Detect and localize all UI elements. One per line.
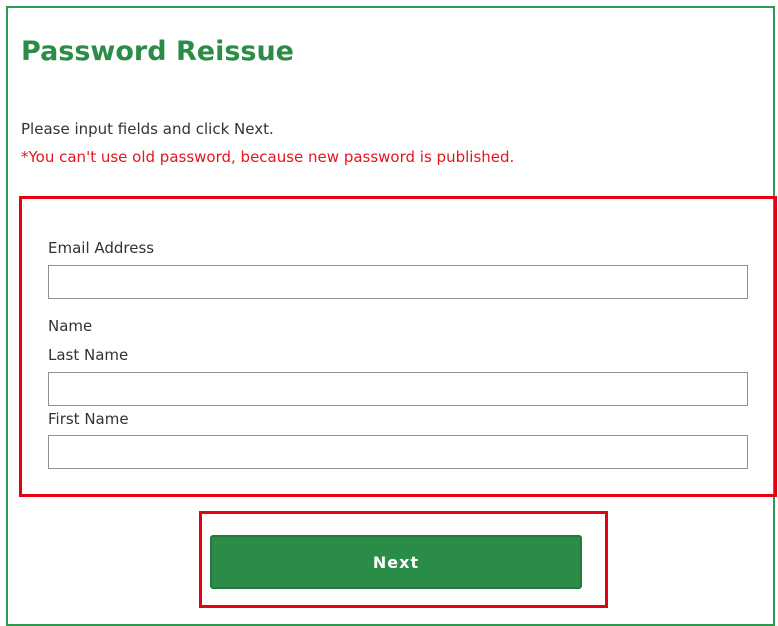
email-field[interactable] bbox=[48, 265, 748, 299]
page-title: Password Reissue bbox=[21, 36, 294, 67]
last-name-label: Last Name bbox=[48, 346, 129, 364]
first-name-label: First Name bbox=[48, 410, 129, 428]
password-reissue-panel: Password Reissue Please input fields and… bbox=[6, 6, 777, 626]
form-highlight-box: Email Address Name Last Name First Name bbox=[19, 196, 777, 497]
next-button-highlight: Next bbox=[199, 511, 608, 608]
last-name-field[interactable] bbox=[48, 372, 748, 406]
name-label: Name bbox=[48, 317, 93, 335]
first-name-field[interactable] bbox=[48, 435, 748, 469]
intro-text: Please input fields and click Next. bbox=[21, 120, 274, 138]
warning-text: *You can't use old password, because new… bbox=[21, 148, 515, 166]
email-label: Email Address bbox=[48, 239, 155, 257]
next-button[interactable]: Next bbox=[210, 535, 582, 589]
